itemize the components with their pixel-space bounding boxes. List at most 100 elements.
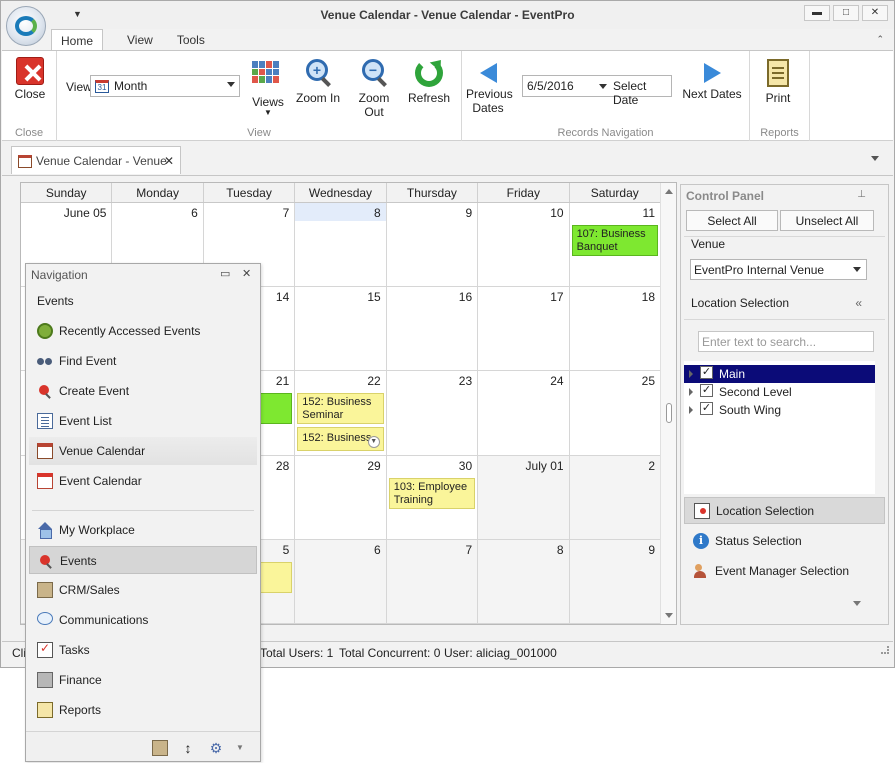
module-my-workplace[interactable]: My Workplace <box>29 516 257 544</box>
day-cell[interactable]: 9 <box>569 539 661 624</box>
day-cell[interactable]: 18 <box>569 287 661 372</box>
day-cell[interactable]: 17 <box>478 287 570 372</box>
building-icon[interactable] <box>152 740 168 756</box>
people-icon <box>693 563 709 579</box>
close-icon[interactable]: ✕ <box>164 154 174 168</box>
day-cell[interactable]: 24 <box>478 371 570 456</box>
unselect-all-button[interactable]: Unselect All <box>780 210 874 231</box>
venue-select[interactable]: EventPro Internal Venue <box>690 259 867 280</box>
tree-item-second-level[interactable]: ✓ Second Level <box>684 383 875 401</box>
tab-view[interactable]: View <box>117 29 163 51</box>
appointment[interactable]: 152: Business ▼ <box>297 427 384 452</box>
checkbox[interactable]: ✓ <box>700 366 713 379</box>
nav-item-event-list[interactable]: Event List <box>29 407 257 435</box>
views-button[interactable]: Views ▼ <box>250 57 286 117</box>
module-crm-sales[interactable]: CRM/Sales <box>29 576 257 604</box>
restore-icon[interactable]: ▭ <box>220 267 230 280</box>
resize-grip-icon[interactable] <box>881 646 889 654</box>
day-cell[interactable]: July 01 <box>478 455 570 540</box>
day-cell[interactable]: 15 <box>295 287 387 372</box>
gear-icon[interactable]: ⚙ <box>208 740 224 756</box>
checkbox[interactable]: ✓ <box>700 384 713 397</box>
tab-home[interactable]: Home <box>51 29 104 51</box>
cp-nav-event-manager-selection[interactable]: Event Manager Selection <box>684 558 885 585</box>
weekday-monday: Monday <box>112 183 204 202</box>
expand-icon[interactable] <box>689 388 693 396</box>
tab-tools[interactable]: Tools <box>163 29 215 51</box>
document-tab-venue-calendar[interactable]: Venue Calendar - Venue ✕ <box>11 146 181 174</box>
day-cell[interactable]: 29 <box>295 455 387 540</box>
day-cell[interactable]: 7 <box>386 539 479 624</box>
group-close-label: Close <box>14 127 44 139</box>
pin-icon[interactable]: ⊥ <box>857 189 866 200</box>
sort-icon[interactable]: ↕ <box>180 740 196 756</box>
scroll-up-icon[interactable] <box>665 189 673 194</box>
chevron-down-icon[interactable]: ▼ <box>367 436 380 449</box>
previous-dates-button[interactable]: Previous Dates <box>466 57 513 115</box>
window-controls: ▬ □ ✕ <box>804 5 888 21</box>
calendar-scrollbar[interactable] <box>660 183 676 624</box>
appointment[interactable]: 103: Employee Training <box>388 477 476 509</box>
module-finance[interactable]: Finance <box>29 666 257 694</box>
nav-item-recently-accessed-events[interactable]: Recently Accessed Events <box>29 317 257 345</box>
expand-icon[interactable] <box>689 406 693 414</box>
cp-nav-status-selection[interactable]: i Status Selection <box>684 528 885 555</box>
maximize-button[interactable]: □ <box>833 5 859 21</box>
day-cell[interactable]: 16 <box>386 287 479 372</box>
chevron-down-icon[interactable] <box>871 156 879 161</box>
cp-nav-location-selection[interactable]: Location Selection <box>684 497 885 524</box>
nav-item-venue-calendar[interactable]: Venue Calendar <box>29 437 257 465</box>
date-select[interactable]: 6/5/2016 Select Date <box>522 75 672 107</box>
day-cell[interactable]: 9 <box>386 203 479 288</box>
app-menu-button[interactable] <box>6 6 46 46</box>
tree-item-main[interactable]: ✓ Main <box>684 365 875 383</box>
day-cell[interactable]: 30 103: Employee Training <box>386 455 479 540</box>
ribbon: Close Close View 31 Month Views ▼ + Zoom … <box>2 50 893 141</box>
scroll-thumb[interactable] <box>666 403 672 423</box>
module-reports[interactable]: Reports <box>29 696 257 724</box>
select-all-button[interactable]: Select All <box>686 210 778 231</box>
print-button[interactable]: Print <box>760 57 796 105</box>
day-number: 28 <box>275 458 290 473</box>
next-dates-button[interactable]: Next Dates <box>682 57 742 101</box>
day-cell[interactable]: 2 <box>569 455 661 540</box>
dates-label: Dates <box>472 101 504 115</box>
collapse-icon[interactable]: « <box>855 296 862 310</box>
day-cell-today[interactable]: 8 <box>295 203 387 288</box>
nav-item-create-event[interactable]: Create Event <box>29 377 257 405</box>
module-events[interactable]: Events <box>29 546 257 574</box>
day-cell[interactable]: 11 107: Business Banquet <box>569 203 661 288</box>
view-select[interactable]: 31 Month <box>90 75 240 97</box>
close-window-button[interactable]: ✕ <box>862 5 888 21</box>
day-number: 10 <box>550 206 564 220</box>
module-tasks[interactable]: Tasks <box>29 636 257 664</box>
day-number: 17 <box>550 290 564 305</box>
day-cell[interactable]: 6 <box>295 539 387 624</box>
group-close: Close Close <box>2 51 57 141</box>
zoom-out-button[interactable]: − Zoom Out <box>348 57 400 119</box>
refresh-button[interactable]: Refresh <box>407 55 451 105</box>
day-cell[interactable]: 25 <box>569 371 661 456</box>
nav-item-event-calendar[interactable]: Event Calendar <box>29 467 257 495</box>
module-communications[interactable]: Communications <box>29 606 257 634</box>
day-cell[interactable]: 22 152: Business Seminar 152: Business ▼ <box>295 371 387 456</box>
nav-item-find-event[interactable]: Find Event <box>29 347 257 375</box>
close-icon[interactable]: ✕ <box>242 267 251 280</box>
zoom-in-button[interactable]: + Zoom In <box>296 57 340 105</box>
day-cell[interactable]: 8 <box>478 539 570 624</box>
quick-access-dropdown-icon[interactable]: ▼ <box>73 9 82 19</box>
checkbox[interactable]: ✓ <box>700 402 713 415</box>
close-button[interactable]: Close <box>10 57 50 101</box>
appointment[interactable]: 152: Business Seminar <box>297 393 384 425</box>
scroll-down-icon[interactable] <box>665 613 673 618</box>
day-cell[interactable]: 10 <box>478 203 570 288</box>
ribbon-collapse-icon[interactable]: ⌃ <box>876 34 884 45</box>
day-cell[interactable]: 23 <box>386 371 479 456</box>
expand-icon[interactable] <box>689 370 693 378</box>
chevron-down-icon[interactable] <box>853 601 861 606</box>
minimize-button[interactable]: ▬ <box>804 5 830 21</box>
chevron-down-icon[interactable]: ▼ <box>236 743 252 759</box>
appointment[interactable]: 107: Business Banquet <box>571 225 658 256</box>
location-search-input[interactable]: Enter text to search... <box>698 331 874 352</box>
tree-item-south-wing[interactable]: ✓ South Wing <box>684 401 875 419</box>
